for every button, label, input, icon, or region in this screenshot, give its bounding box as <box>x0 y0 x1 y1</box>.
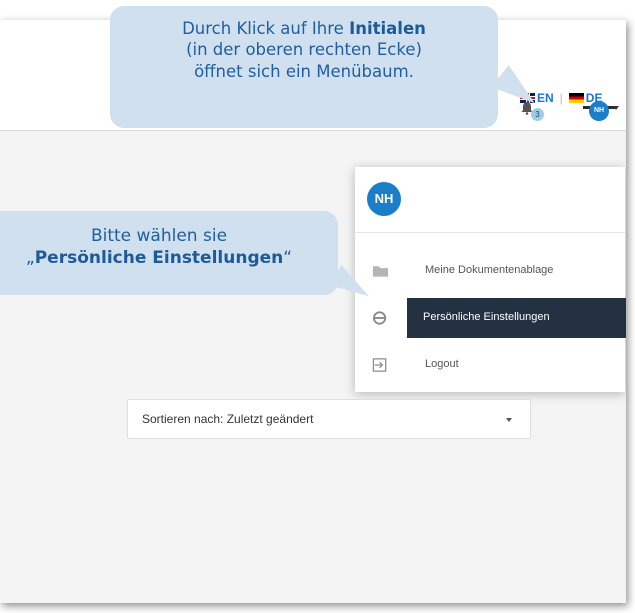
callout-initials-hint: Durch Klick auf Ihre Initialen (in der o… <box>110 6 498 128</box>
settings-icon <box>372 311 387 325</box>
menu-item-logout-label: Logout <box>425 358 459 370</box>
menu-item-settings-highlight[interactable]: Persönliche Einstellungen <box>407 298 626 338</box>
folder-icon <box>372 266 389 277</box>
lang-separator: | <box>559 91 563 105</box>
callout-left-bold: Persönliche Einstellungen <box>34 248 284 269</box>
callout-settings-hint: Bitte wählen sie „Persönliche Einstellun… <box>0 211 338 295</box>
callout-top-bold: Initialen <box>349 19 426 38</box>
callout-top-line1: Durch Klick auf Ihre <box>182 19 350 38</box>
notification-badge: 3 <box>531 108 544 121</box>
callout-top-line2: (in der oberen rechten Ecke) <box>186 40 422 60</box>
menu-divider <box>355 232 625 233</box>
sort-dropdown[interactable]: Sortieren nach: Zuletzt geändert <box>127 399 531 439</box>
menu-item-logout[interactable]: Logout <box>355 345 625 385</box>
sort-dropdown-label: Sortieren nach: Zuletzt geändert <box>142 412 314 426</box>
menu-avatar: NH <box>367 182 401 216</box>
menu-item-documents[interactable]: Meine Dokumentenablage <box>355 251 625 291</box>
logout-icon <box>372 358 387 372</box>
chevron-down-icon <box>506 418 512 422</box>
avatar-caret-icon[interactable] <box>613 106 619 110</box>
menu-item-documents-label: Meine Dokumentenablage <box>425 264 554 276</box>
user-avatar-button[interactable]: NH <box>589 101 609 121</box>
callout-left-close-quote: “ <box>283 248 293 269</box>
callout-left-line1: Bitte wählen sie <box>90 226 228 246</box>
menu-item-settings-label: Persönliche Einstellungen <box>423 311 550 323</box>
menu-item-settings[interactable]: Persönliche Einstellungen <box>355 298 626 338</box>
de-flag-icon[interactable] <box>568 93 584 103</box>
callout-top-line3: öffnet sich ein Menübaum. <box>194 61 414 81</box>
user-menu-dropdown: NH Meine Dokumentenablage Persönliche Ei… <box>355 167 626 392</box>
callout-left-open-quote: „ <box>25 248 35 269</box>
